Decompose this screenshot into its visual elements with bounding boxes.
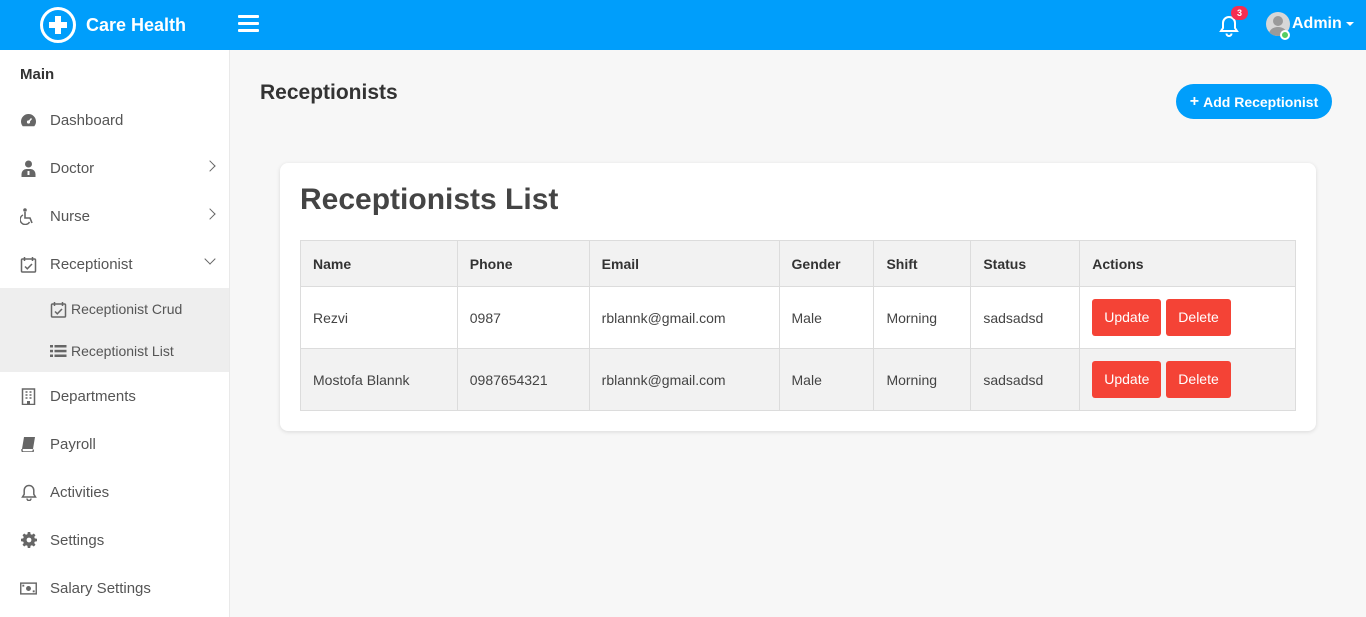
money-icon: [20, 580, 37, 597]
chevron-right-icon: [204, 208, 216, 220]
sidebar: Main Dashboard Doctor Nurse Receptionist: [0, 50, 230, 617]
sidebar-item-label: Departments: [50, 387, 136, 405]
cell-shift: Morning: [873, 286, 972, 349]
sidebar-item-salary-settings[interactable]: Salary Settings: [0, 564, 229, 612]
update-button[interactable]: Update: [1092, 361, 1162, 398]
chevron-right-icon: [204, 160, 216, 172]
sidebar-item-nurse[interactable]: Nurse: [0, 192, 229, 240]
cell-actions: Update Delete: [1079, 286, 1296, 349]
cell-status: sadsadsd: [970, 286, 1081, 349]
sidebar-item-receptionist[interactable]: Receptionist: [0, 240, 229, 288]
cell-name: Rezvi: [300, 286, 458, 349]
table-header-row: Name Phone Email Gender Shift Status Act…: [300, 240, 1296, 287]
cell-email: rblannk@gmail.com: [588, 286, 780, 349]
sidebar-subitem-label: Receptionist Crud: [71, 301, 183, 317]
dashboard-icon: [20, 112, 37, 129]
hamburger-menu-icon[interactable]: [238, 15, 259, 35]
delete-button[interactable]: Delete: [1166, 361, 1231, 398]
cell-gender: Male: [778, 286, 875, 349]
sidebar-item-label: Doctor: [50, 159, 95, 177]
sidebar-item-departments[interactable]: Departments: [0, 372, 229, 420]
column-header-email: Email: [588, 240, 780, 287]
cell-shift: Morning: [873, 348, 972, 411]
cell-email: rblannk@gmail.com: [588, 348, 780, 411]
delete-button[interactable]: Delete: [1166, 299, 1231, 336]
gear-icon: [20, 532, 37, 549]
column-header-gender: Gender: [778, 240, 875, 287]
page-title: Receptionists: [260, 81, 398, 104]
book-icon: [20, 436, 37, 453]
medical-cross-icon: [40, 7, 76, 43]
sidebar-item-payroll[interactable]: Payroll: [0, 420, 229, 468]
add-receptionist-button[interactable]: + Add Receptionist: [1176, 84, 1332, 119]
receptionist-submenu: Receptionist Crud Receptionist List: [0, 288, 229, 372]
top-header: Care Health 3 Admin: [0, 0, 1366, 50]
cell-name: Mostofa Blannk: [300, 348, 458, 411]
column-header-phone: Phone: [456, 240, 590, 287]
cell-phone: 0987654321: [456, 348, 590, 411]
column-header-name: Name: [300, 240, 458, 287]
user-menu[interactable]: Admin: [1266, 12, 1354, 36]
sidebar-subitem-receptionist-list[interactable]: Receptionist List: [0, 330, 229, 372]
sidebar-item-label: Activities: [50, 483, 110, 501]
sidebar-item-activities[interactable]: Activities: [0, 468, 229, 516]
online-status-dot: [1280, 30, 1290, 40]
caret-down-icon: [1345, 22, 1354, 26]
add-receptionist-label: Add Receptionist: [1203, 93, 1319, 110]
sidebar-item-label: Receptionist: [50, 255, 133, 273]
list-icon: [50, 343, 67, 360]
calendar-check-icon: [20, 256, 37, 273]
sidebar-item-label: Payroll: [50, 435, 96, 453]
table-row: Mostofa Blannk 0987654321 rblannk@gmail.…: [300, 348, 1296, 411]
card-title: Receptionists List: [300, 183, 559, 216]
building-icon: [20, 387, 37, 405]
sidebar-item-label: Settings: [50, 531, 105, 549]
calendar-check-icon: [50, 301, 67, 318]
sidebar-section-title: Main: [20, 66, 55, 83]
sidebar-item-doctor[interactable]: Doctor: [0, 144, 229, 192]
sidebar-item-label: Nurse: [50, 207, 91, 225]
column-header-actions: Actions: [1079, 240, 1296, 287]
sidebar-subitem-label: Receptionist List: [71, 343, 174, 359]
plus-icon: +: [1189, 92, 1200, 110]
column-header-shift: Shift: [873, 240, 972, 287]
sidebar-item-label: Dashboard: [50, 111, 124, 129]
sidebar-item-settings[interactable]: Settings: [0, 516, 229, 564]
cell-status: sadsadsd: [970, 348, 1081, 411]
notification-badge: 3: [1231, 6, 1248, 20]
receptionists-card: Receptionists List Name Phone Email Gend…: [280, 163, 1316, 431]
cell-actions: Update Delete: [1079, 348, 1296, 411]
cell-phone: 0987: [456, 286, 590, 349]
app-name: Care Health: [86, 14, 187, 35]
wheelchair-icon: [20, 207, 37, 225]
cell-gender: Male: [778, 348, 875, 411]
chevron-down-icon: [204, 253, 216, 265]
sidebar-subitem-receptionist-crud[interactable]: Receptionist Crud: [0, 288, 229, 330]
sidebar-item-dashboard[interactable]: Dashboard: [0, 96, 229, 144]
logo[interactable]: Care Health: [40, 0, 186, 50]
sidebar-item-label: Salary Settings: [50, 579, 151, 597]
table-row: Rezvi 0987 rblannk@gmail.com Male Mornin…: [300, 286, 1296, 349]
receptionists-table: Name Phone Email Gender Shift Status Act…: [300, 240, 1296, 411]
doctor-icon: [20, 160, 37, 177]
bell-icon: [20, 484, 37, 501]
column-header-status: Status: [970, 240, 1081, 287]
update-button[interactable]: Update: [1092, 299, 1162, 336]
user-name: Admin: [1292, 15, 1342, 32]
